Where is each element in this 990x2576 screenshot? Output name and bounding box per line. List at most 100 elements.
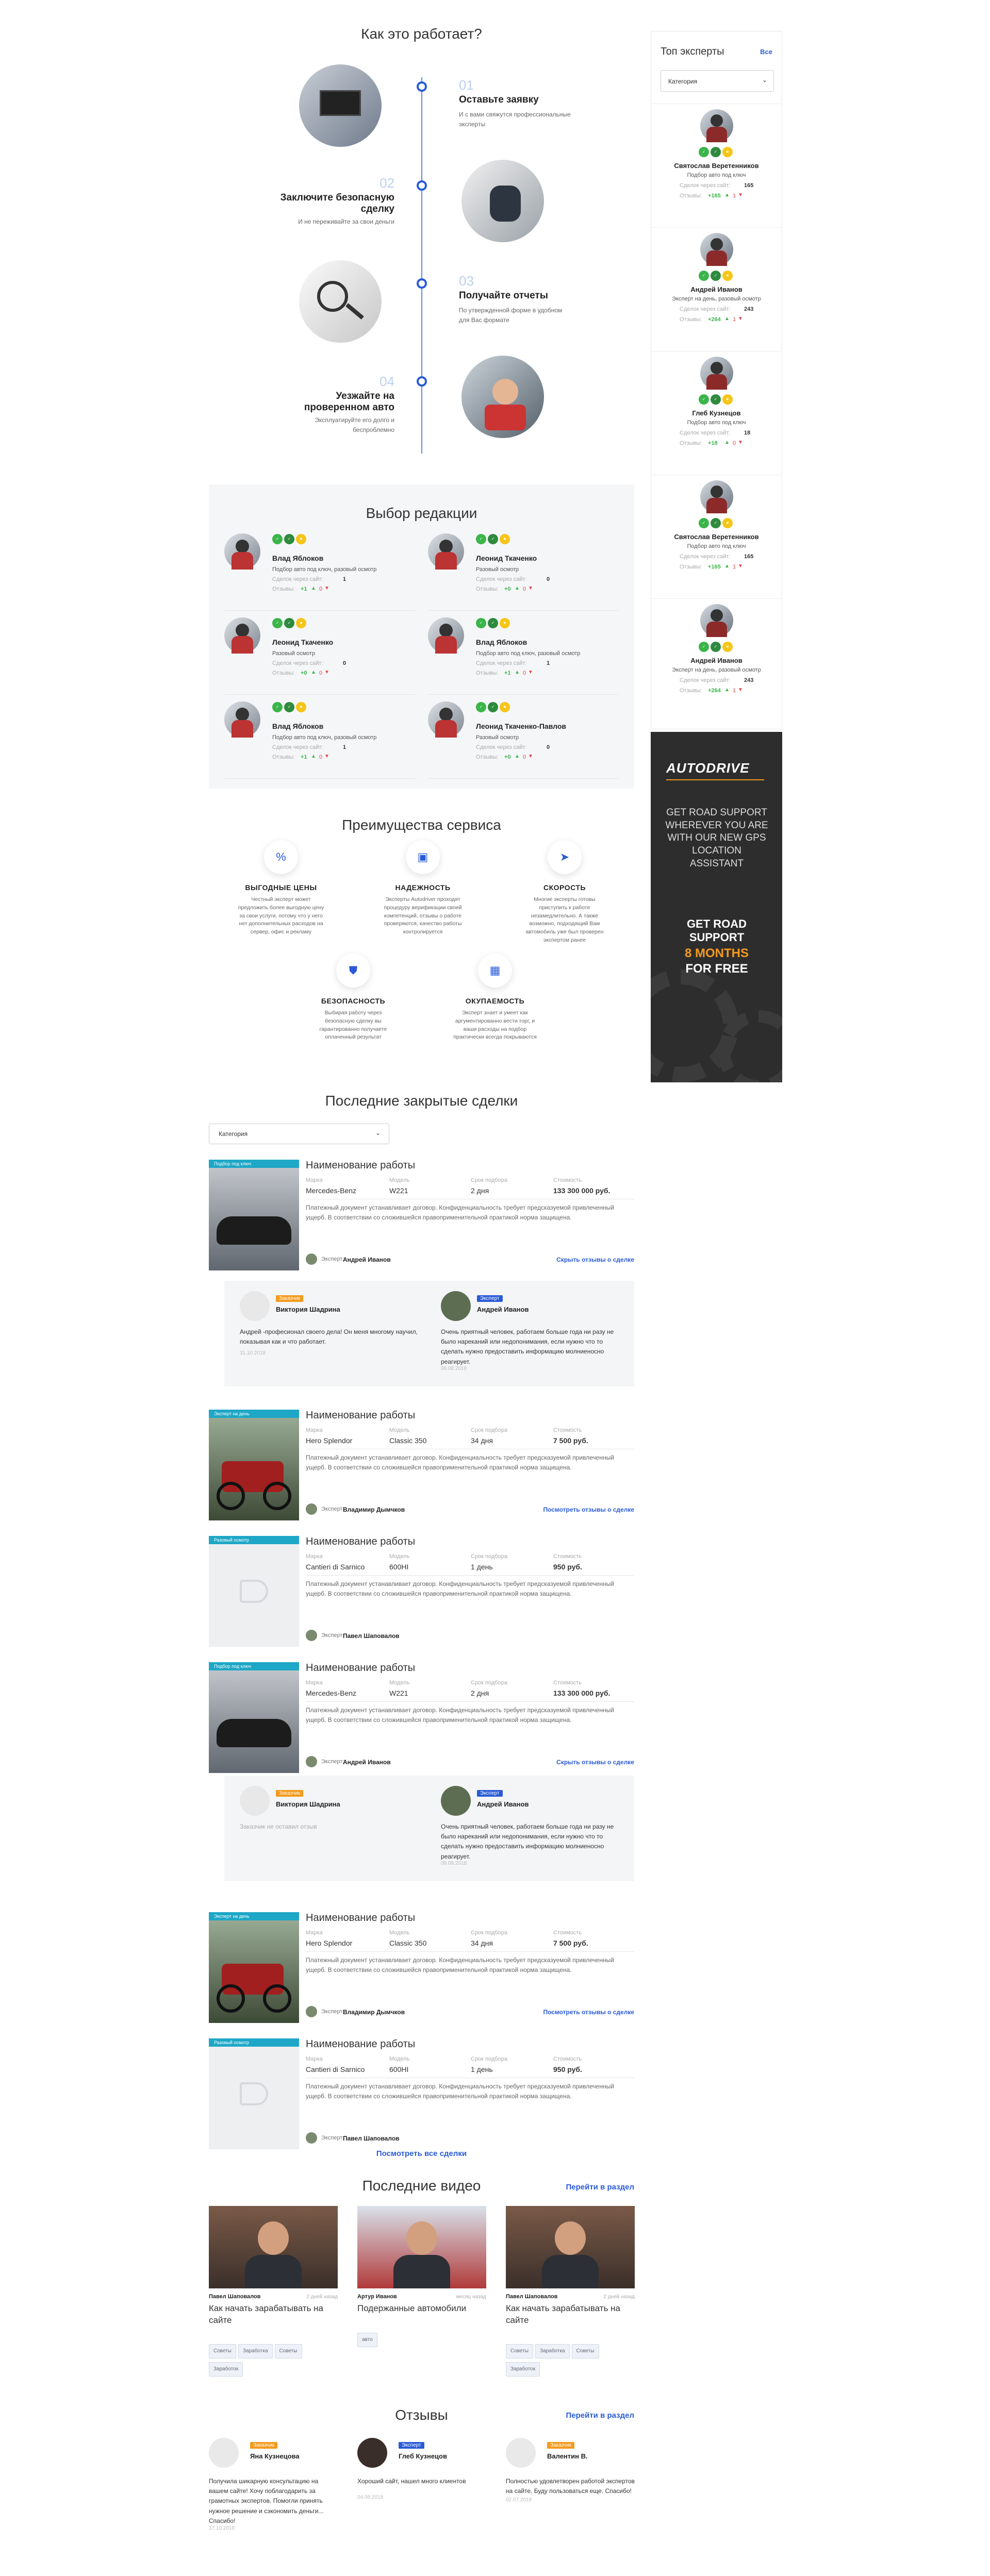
deal-expert-name[interactable]: Владимир Дымчков [343,1506,405,1513]
review-author-name: Андрей Иванов [477,1800,529,1808]
avatar [306,2132,317,2144]
deal-reviews-toggle-link[interactable]: Посмотреть отзывы о сделке [543,2009,634,2016]
expert-name[interactable]: Андрей Иванов [651,657,782,664]
video-tag[interactable]: Советы [209,2344,236,2358]
deal-title[interactable]: Наименование работы [306,1410,415,1421]
deal-term-value: 34 дня [471,1939,493,1947]
editor-expert-card[interactable]: ✓ ✓ ★ Леонид Ткаченко Разовый осмотр Сделок ч… [224,617,415,695]
autodrive-banner[interactable]: AUTODRIVE GET ROAD SUPPORT WHEREVER YOU … [651,732,782,1082]
editor-expert-card[interactable]: ✓ ✓ ★ Влад Яблоков Подбор авто под ключ, раз… [428,617,619,695]
expert-name[interactable]: Влад Яблоков [272,722,323,730]
deal-description: Платежный документ устанавливает договор… [306,1580,614,1598]
avatar [306,1630,317,1641]
deal-expert-name[interactable]: Андрей Иванов [343,1759,391,1766]
video-card[interactable]: Павел Шаповалов 2 дней назад Как начать за… [506,2206,635,2377]
sidebar-category-select[interactable]: Категория ⌄ [661,70,774,92]
deal-term-label: Срок подбора [471,1177,507,1183]
video-tag[interactable]: Советы [506,2344,533,2358]
star-badge-icon: ★ [296,534,306,544]
award-badge-icon: ✓ [488,618,498,628]
video-card[interactable]: Павел Шаповалов 2 дней назад Как начать за… [209,2206,338,2377]
deal-expert-name[interactable]: Владимир Дымчков [343,2009,405,2016]
deals-count: 1 [547,660,550,666]
deal-expert-name[interactable]: Андрей Иванов [343,1256,391,1263]
video-tag[interactable]: Советы [571,2344,599,2358]
top-expert-card[interactable]: ✓ ✓ ★ Андрей Иванов Эксперт на день, разовый… [651,227,782,345]
deal-title[interactable]: Наименование работы [306,1662,415,1674]
editor-expert-card[interactable]: ✓ ✓ ★ Леонид Ткаченко-Павлов Разовый осмотр С… [428,701,619,779]
reviews-negative: 0 [733,440,736,446]
video-thumbnail[interactable] [357,2206,486,2288]
star-badge-icon: ★ [722,394,733,405]
deal-title[interactable]: Наименование работы [306,1536,415,1548]
deal-expert-name[interactable]: Павел Шаповалов [343,2135,400,2142]
editor-expert-card[interactable]: ✓ ✓ ★ Влад Яблоков Подбор авто под ключ, раз… [224,533,415,611]
video-card[interactable]: Артур Иванов месяц назад Подержанные автом… [357,2206,486,2376]
expert-name[interactable]: Влад Яблоков [476,638,527,646]
deal-model-value: 600HI [389,2065,409,2073]
deal-model-value: Classic 350 [389,1939,427,1947]
video-author: Артур Иванов [357,2294,397,2300]
video-thumbnail[interactable] [506,2206,635,2288]
deal-cost-value: 7 500 руб. [553,1939,588,1947]
deal-cost-value: 133 300 000 руб. [553,1186,610,1195]
deal-title[interactable]: Наименование работы [306,1912,415,1924]
video-tag[interactable]: Заработка [535,2344,570,2358]
deals-label: Сделок через сайт: [272,660,323,666]
editor-expert-card[interactable]: ✓ ✓ ★ Влад Яблоков Подбор авто под ключ, раз… [224,701,415,779]
step-title: Заключите безопасную сделку [280,192,394,214]
expert-label: Эксперт: [321,1759,344,1765]
video-tag[interactable]: авто [357,2333,377,2347]
sidebar-all-link[interactable]: Все [760,48,772,56]
review-author-name: Виктория Шадрина [276,1306,340,1313]
deal-title[interactable]: Наименование работы [306,1160,415,1172]
video-tag[interactable]: Заработок [209,2362,243,2377]
category-select[interactable]: Категория ⌄ [209,1124,389,1144]
expert-name[interactable]: Андрей Иванов [651,286,782,293]
video-tag[interactable]: Заработка [238,2344,273,2358]
deal-expert-name[interactable]: Павел Шаповалов [343,1632,400,1640]
expert-name[interactable]: Святослав Веретенников [651,533,782,541]
top-expert-card[interactable]: ✓ ✓ ★ Андрей Иванов Эксперт на день, разовый… [651,598,782,716]
award-badge-icon: ✓ [699,394,709,405]
rating-badges: ✓ ✓ ★ [476,533,512,544]
review-card: Заказчик Валентин В. Полностью удовлетворе… [506,2438,635,2556]
step-title: Уезжайте на проверенном авто [304,391,394,413]
all-deals-link[interactable]: Посмотреть все сделки [209,2149,634,2158]
expert-desc: Разовый осмотр [272,650,316,657]
expert-name[interactable]: Влад Яблоков [272,554,323,562]
deal-brand-value: Mercedes-Benz [306,1689,357,1697]
deal-reviews-toggle-link[interactable]: Посмотреть отзывы о сделке [543,1506,634,1513]
video-title[interactable]: Как начать зарабатывать на сайте [209,2303,338,2327]
step-number: 04 [380,374,394,389]
deal-reviews-toggle-link[interactable]: Скрыть отзывы о сделке [556,1256,634,1263]
expert-name[interactable]: Леонид Ткаченко-Павлов [476,722,566,730]
reviews-section-link[interactable]: Перейти в раздел [566,2411,634,2420]
videos-section-link[interactable]: Перейти в раздел [566,2183,634,2192]
avatar [240,1291,270,1321]
banner-cta-line1: GET ROAD SUPPORT [686,917,747,944]
top-expert-card[interactable]: ✓ ✓ ★ Глеб Кузнецов Подбор авто под ключ Сдел… [651,351,782,469]
deal-description: Платежный документ устанавливает договор… [306,1454,614,1471]
video-title[interactable]: Как начать зарабатывать на сайте [506,2303,635,2327]
top-expert-card[interactable]: ✓ ✓ ★ Святослав Веретенников Подбор авто под… [651,104,782,221]
video-tag[interactable]: Заработок [506,2362,540,2377]
expert-name[interactable]: Леонид Ткаченко [476,554,537,562]
reviews-label: Отзывы: [272,754,295,760]
expert-name[interactable]: Глеб Кузнецов [651,409,782,417]
top-expert-card[interactable]: ✓ ✓ ★ Святослав Веретенников Подбор авто под… [651,475,782,592]
deal-title[interactable]: Наименование работы [306,2038,415,2050]
video-tag[interactable]: Советы [274,2344,302,2358]
expert-name[interactable]: Святослав Веретенников [651,162,782,170]
reviews-negative: 1 [733,193,736,199]
video-thumbnail[interactable] [209,2206,338,2288]
expert-name[interactable]: Леонид Ткаченко [272,638,333,646]
editor-expert-card[interactable]: ✓ ✓ ★ Леонид Ткаченко Разовый осмотр Сделок ч… [428,533,619,611]
deal-reviews-toggle-link[interactable]: Скрыть отзывы о сделке [556,1759,634,1766]
rating-badges: ✓ ✓ ★ [651,146,782,157]
video-title[interactable]: Подержанные автомобили [357,2303,486,2315]
award-badge-icon: ✓ [284,702,294,712]
deals-count: 165 [744,182,754,189]
thumbs-up-icon: ▲ [724,563,730,569]
deals-label: Сделок через сайт: [272,744,323,750]
